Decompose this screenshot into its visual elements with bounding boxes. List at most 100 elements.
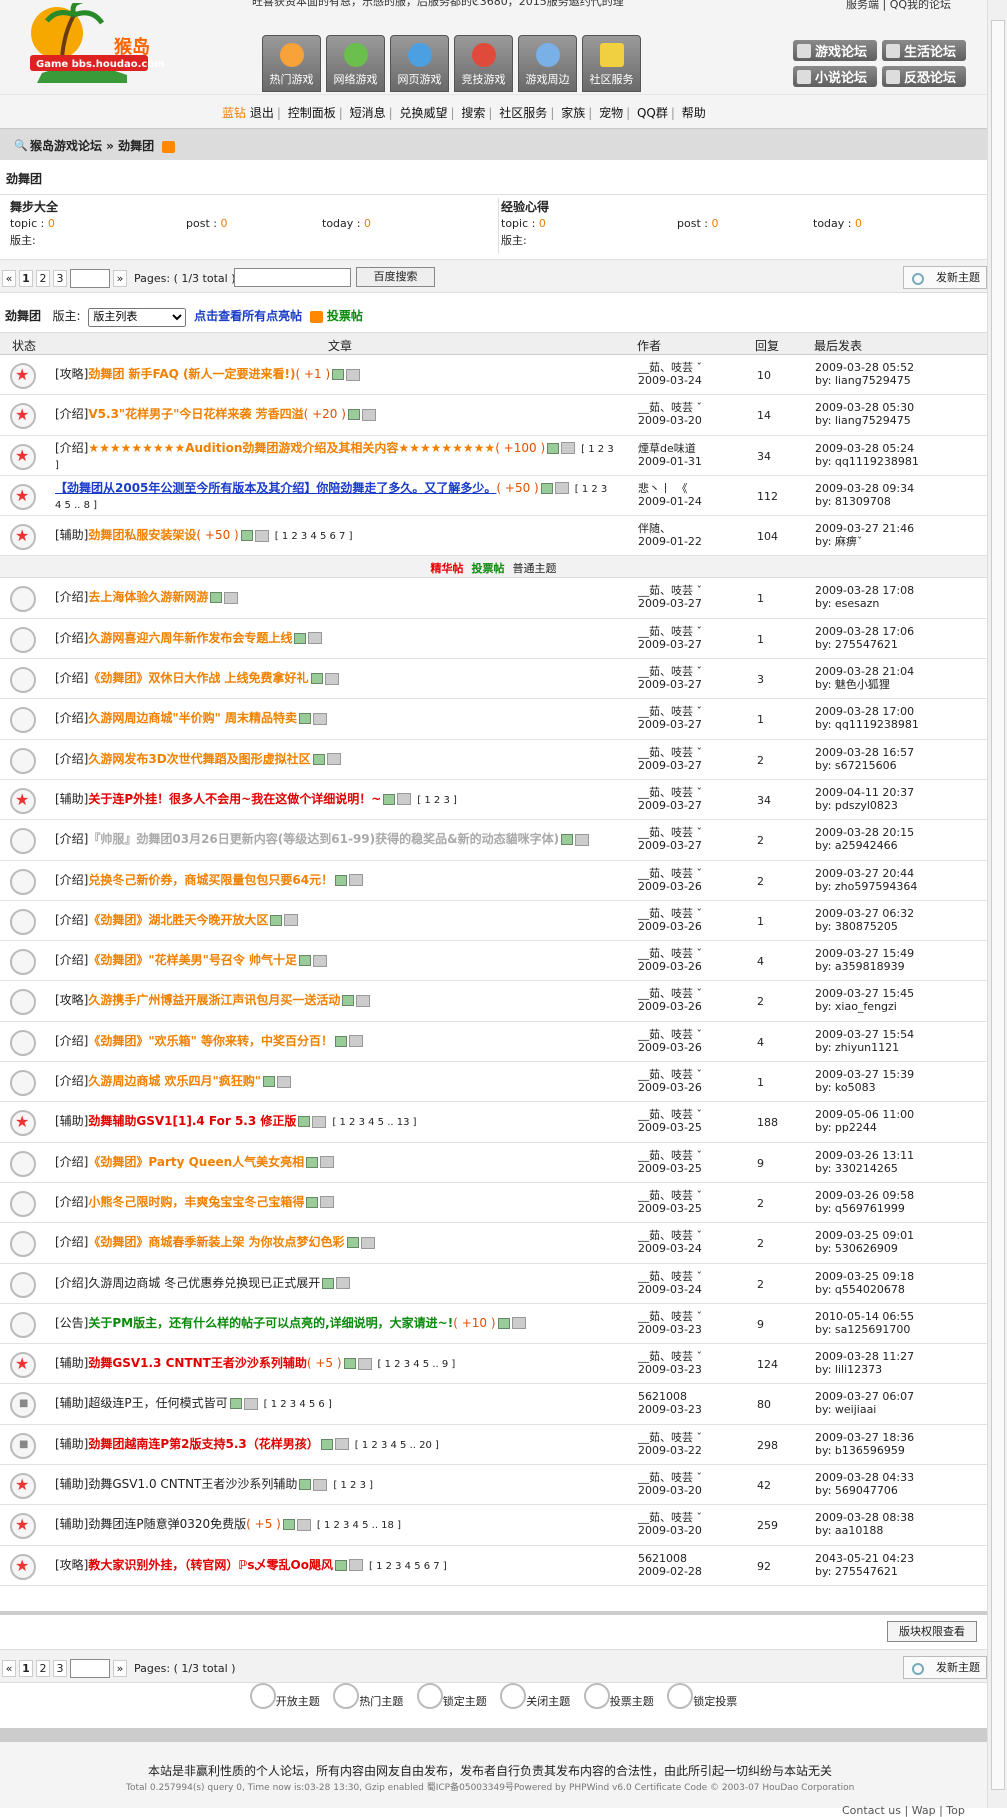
last-post[interactable]: 2009-03-27 15:49 by: a359818939 — [815, 947, 914, 973]
topic-link[interactable]: 教大家识别外挂，（转官网）ℙs乄零乱Oo飓风 — [88, 1558, 333, 1572]
last-post[interactable]: 2009-03-28 17:06 by: 275547621 — [815, 625, 914, 651]
topic-author[interactable]: 悲丶丨 《 2009-01-24 — [638, 482, 738, 508]
last-post[interactable]: 2009-03-28 05:30 by: liang7529475 — [815, 401, 914, 427]
last-post-time[interactable]: 2009-03-28 17:08 — [815, 584, 914, 597]
last-post-user[interactable]: by: s67215606 — [815, 759, 914, 772]
last-post[interactable]: 2009-03-28 05:24 by: qq1119238981 — [815, 442, 919, 468]
last-post-time[interactable]: 2009-03-28 05:52 — [815, 361, 914, 374]
last-post[interactable]: 2009-03-27 18:36 by: b136596959 — [815, 1431, 914, 1457]
topic-link[interactable]: 超级连P王，任何模式皆可 — [88, 1396, 227, 1410]
topic-author[interactable]: __茹、吱芸 ˇ 2009-03-20 — [638, 1471, 738, 1497]
author-name[interactable]: __茹、吱芸 ˇ — [638, 826, 738, 839]
last-post-user[interactable]: by: weijiaai — [815, 1403, 914, 1416]
author-name[interactable]: __茹、吱芸 ˇ — [638, 584, 738, 597]
last-post[interactable]: 2009-03-28 17:00 by: qq1119238981 — [815, 705, 919, 731]
last-post-time[interactable]: 2009-03-28 05:24 — [815, 442, 919, 455]
last-post[interactable]: 2009-03-28 20:15 by: a25942466 — [815, 826, 914, 852]
topic-author[interactable]: __茹、吱芸 ˇ 2009-03-26 — [638, 987, 738, 1013]
last-post-user[interactable]: by: q569761999 — [815, 1202, 914, 1215]
page-link[interactable]: 2 — [36, 270, 50, 287]
last-post-user[interactable]: by: sa125691700 — [815, 1323, 914, 1336]
page-link[interactable]: 3 — [53, 1660, 67, 1677]
author-name[interactable]: __茹、吱芸 ˇ — [638, 1149, 738, 1162]
last-post-user[interactable]: by: 330214265 — [815, 1162, 914, 1175]
topic-pages-label[interactable]: 1 2 3 4 5 .. 18 — [324, 1520, 394, 1531]
last-post-user[interactable]: by: 275547621 — [815, 638, 914, 651]
topic-author[interactable]: __茹、吱芸 ˇ 2009-03-20 — [638, 1511, 738, 1537]
topic-author[interactable]: __茹、吱芸 ˇ 2009-03-27 — [638, 826, 738, 852]
topic-author[interactable]: __茹、吱芸 ˇ 2009-03-25 — [638, 1189, 738, 1215]
last-page-button[interactable]: » — [113, 1660, 127, 1677]
last-post[interactable]: 2009-04-11 20:37 by: pdszyl0823 — [815, 786, 914, 812]
last-post-time[interactable]: 2009-03-27 15:39 — [815, 1068, 914, 1081]
last-post-user[interactable]: by: b136596959 — [815, 1444, 914, 1457]
topic-link[interactable]: 去上海体验久游新网游 — [88, 590, 208, 604]
topic-link[interactable]: 久游网发布3D次世代舞蹈及图形虚拟社区 — [88, 752, 310, 766]
first-page-button[interactable]: « — [2, 1660, 16, 1677]
last-post-time[interactable]: 2009-03-28 17:00 — [815, 705, 919, 718]
life-forum-button[interactable]: 生活论坛 — [882, 40, 966, 61]
last-post-user[interactable]: by: 569047706 — [815, 1484, 914, 1497]
last-post-user[interactable]: by: a359818939 — [815, 960, 914, 973]
author-name[interactable]: __茹、吱芸 ˇ — [638, 705, 738, 718]
topic-pages-label[interactable]: 1 2 3 4 5 .. 20 — [362, 1440, 432, 1451]
author-name[interactable]: 悲丶丨 《 — [638, 482, 738, 495]
digest-link[interactable]: 精华帖 — [431, 562, 464, 575]
topic-author[interactable]: __茹、吱芸 ˇ 2009-03-25 — [638, 1149, 738, 1175]
author-name[interactable]: 5621008 — [638, 1552, 738, 1565]
author-name[interactable]: __茹、吱芸 ˇ — [638, 1270, 738, 1283]
author-name[interactable]: __茹、吱芸 ˇ — [638, 625, 738, 638]
topic-pages-label[interactable]: 1 2 3 4 5 6 — [271, 1399, 325, 1410]
topic-link[interactable]: 劲舞辅助GSV1[1].4 For 5.3 修正版 — [88, 1114, 296, 1128]
last-post-time[interactable]: 2009-03-27 18:36 — [815, 1431, 914, 1444]
last-post-user[interactable]: by: ko5083 — [815, 1081, 914, 1094]
vote-posts-link[interactable]: 投票帖 — [327, 309, 363, 323]
author-name[interactable]: __茹、吱芸 ˇ — [638, 987, 738, 1000]
last-post-time[interactable]: 2009-03-28 05:30 — [815, 401, 914, 414]
last-post-user[interactable]: by: pp2244 — [815, 1121, 914, 1134]
last-post-time[interactable]: 2009-03-27 15:54 — [815, 1028, 914, 1041]
novel-forum-button[interactable]: 小说论坛 — [793, 66, 877, 87]
topic-link[interactable]: 久游周边商城 欢乐四月"疯狂购" — [88, 1074, 261, 1088]
topic-link[interactable]: 久游周边商城 冬己优惠券兑换现已正式展开 — [88, 1276, 320, 1290]
last-post[interactable]: 2009-03-28 11:27 by: lili12373 — [815, 1350, 914, 1376]
topic-pages-label[interactable]: 1 2 3 4 5 .. 13 — [340, 1117, 410, 1128]
last-post-time[interactable]: 2009-03-28 08:38 — [815, 1511, 914, 1524]
topic-pages-label[interactable]: 1 2 3 4 5 .. 9 — [385, 1359, 449, 1370]
topic-pages[interactable]: [ 1 2 3 4 5 .. 13 ] — [332, 1117, 416, 1128]
last-post-time[interactable]: 2009-05-06 11:00 — [815, 1108, 914, 1121]
last-post[interactable]: 2009-03-27 15:39 by: ko5083 — [815, 1068, 914, 1094]
topic-link[interactable]: 劲舞GSV1.3 CNTNT王者沙沙系列辅助 — [88, 1356, 306, 1370]
scrollbar[interactable] — [987, 0, 1007, 1808]
last-post[interactable]: 2010-05-14 06:55 by: sa125691700 — [815, 1310, 914, 1336]
menu-pets[interactable]: 宠物 — [599, 106, 623, 120]
topic-author[interactable]: 5621008 2009-02-28 — [638, 1552, 738, 1578]
topic-author[interactable]: __茹、吱芸 ˇ 2009-03-26 — [638, 1028, 738, 1054]
topic-pages-label[interactable]: 1 2 3 — [588, 444, 613, 455]
author-name[interactable]: 煙草de味道 — [638, 442, 738, 455]
last-post-user[interactable]: by: xiao_fengzi — [815, 1000, 914, 1013]
last-post[interactable]: 2009-03-28 05:52 by: liang7529475 — [815, 361, 914, 387]
author-name[interactable]: __茹、吱芸 ˇ — [638, 1028, 738, 1041]
menu-search[interactable]: 搜索 — [461, 106, 485, 120]
topic-link[interactable]: 《劲舞团》湖北胜天今晚开放大区 — [88, 913, 268, 927]
author-name[interactable]: 5621008 — [638, 1390, 738, 1403]
last-post-user[interactable]: by: esesazn — [815, 597, 914, 610]
game-forum-button[interactable]: 游戏论坛 — [793, 40, 877, 61]
last-post-time[interactable]: 2043-05-21 04:23 — [815, 1552, 914, 1565]
menu-logout[interactable]: 退出 — [250, 106, 274, 120]
topic-link[interactable]: 关于PM版主，还有什么样的帖子可以点亮的,详细说明，大家请进~! — [88, 1316, 453, 1330]
scrollbar-thumb[interactable] — [991, 20, 1005, 1790]
last-post[interactable]: 2009-03-28 04:33 by: 569047706 — [815, 1471, 914, 1497]
topic-link[interactable]: 《劲舞团》双休日大作战 上线免费拿好礼 — [88, 671, 308, 685]
topic-pages-label[interactable]: 1 2 3 4 5 6 7 — [282, 531, 346, 542]
author-name[interactable]: __茹、吱芸 ˇ — [638, 361, 738, 374]
last-post-user[interactable]: by: 魅色小狐狸 — [815, 678, 914, 691]
permissions-button[interactable]: 版块权限查看 — [887, 1621, 977, 1642]
topic-author[interactable]: __茹、吱芸 ˇ 2009-03-25 — [638, 1108, 738, 1134]
author-name[interactable]: __茹、吱芸 ˇ — [638, 1310, 738, 1323]
last-post[interactable]: 2009-03-26 09:58 by: q569761999 — [815, 1189, 914, 1215]
last-post-user[interactable]: by: pdszyl0823 — [815, 799, 914, 812]
author-name[interactable]: __茹、吱芸 ˇ — [638, 1471, 738, 1484]
last-post-user[interactable]: by: lili12373 — [815, 1363, 914, 1376]
